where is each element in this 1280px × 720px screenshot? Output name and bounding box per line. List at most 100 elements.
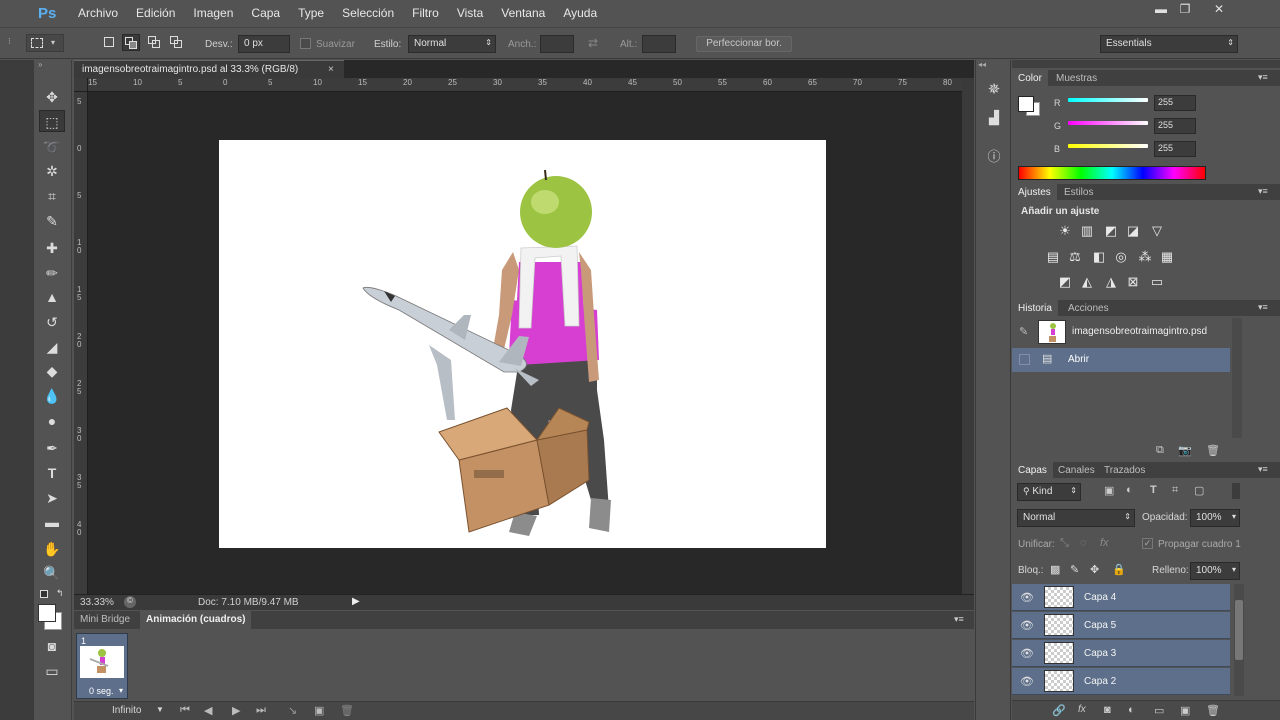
vibrance-icon[interactable]: ▽	[1148, 223, 1166, 239]
screen-mode-icon[interactable]: ▭	[39, 660, 65, 682]
opacity-input[interactable]: 100% ▾	[1190, 509, 1240, 527]
rectangle-tool-icon[interactable]: ▬	[39, 511, 65, 533]
delete-frame-icon[interactable]: 🗑	[340, 704, 354, 717]
black-white-icon[interactable]: ◧	[1090, 249, 1108, 265]
loop-option[interactable]: Infinito	[112, 705, 141, 716]
tween-icon[interactable]: ↘	[288, 704, 297, 717]
lock-transparency-icon[interactable]: ▩	[1050, 563, 1060, 576]
tab-paths[interactable]: Trazados	[1098, 462, 1151, 478]
tab-animation-frames[interactable]: Animación (cuadros)	[140, 611, 252, 629]
layer-row[interactable]: 👁 Capa 4	[1012, 584, 1230, 611]
collapse-icon[interactable]: »	[38, 60, 68, 70]
crop-tool-icon[interactable]: ⌗	[39, 185, 65, 207]
history-source-checkbox[interactable]	[1019, 354, 1030, 365]
new-group-icon[interactable]: ▭	[1154, 704, 1164, 717]
filter-smart-object-icon[interactable]: ▢	[1194, 484, 1204, 497]
menu-ventana[interactable]: Ventana	[501, 6, 545, 20]
unify-visibility-icon[interactable]: ◌	[1080, 537, 1087, 549]
panel-menu-icon[interactable]: ▾≡	[1258, 186, 1268, 197]
status-menu-arrow-icon[interactable]: ▶	[352, 596, 360, 607]
channel-b-slider[interactable]	[1068, 144, 1148, 148]
clone-stamp-tool-icon[interactable]: ▲	[39, 286, 65, 308]
menu-seleccion[interactable]: Selección	[342, 6, 394, 20]
link-layers-icon[interactable]: 🔗	[1052, 704, 1066, 717]
layers-scrollbar[interactable]	[1234, 584, 1244, 696]
swap-colors-icon[interactable]: ↰	[56, 588, 64, 599]
visibility-eye-icon[interactable]: 👁	[1020, 619, 1034, 633]
history-state[interactable]: ▤ Abrir	[1012, 348, 1230, 372]
play-icon[interactable]: ▶	[232, 704, 240, 717]
color-lookup-icon[interactable]: ▦	[1158, 249, 1176, 265]
lock-pixels-icon[interactable]: ✎	[1070, 563, 1079, 576]
trash-icon[interactable]: 🗑	[1206, 444, 1220, 457]
photo-filter-icon[interactable]: ◎	[1112, 249, 1130, 265]
type-tool-icon[interactable]: T	[39, 462, 65, 484]
history-brush-source-icon[interactable]: ✎	[1019, 325, 1028, 338]
brightness-icon[interactable]: ☀	[1056, 223, 1074, 239]
menu-type[interactable]: Type	[298, 6, 324, 20]
magic-wand-tool-icon[interactable]: ✲	[39, 160, 65, 182]
selective-color-icon[interactable]: ⊠	[1124, 274, 1142, 290]
restore-button[interactable]: ❐	[1174, 2, 1196, 20]
tab-swatches[interactable]: Muestras	[1050, 70, 1103, 86]
new-selection-icon[interactable]	[104, 37, 114, 47]
path-selection-tool-icon[interactable]: ➤	[39, 487, 65, 509]
brush-tool-icon[interactable]: ✏	[39, 262, 65, 284]
navigator-icon[interactable]: ✵	[984, 80, 1004, 102]
dodge-tool-icon[interactable]: ●	[39, 410, 65, 432]
history-snapshot[interactable]: ✎ imagensobreotraimagintro.psd	[1012, 318, 1230, 346]
curves-icon[interactable]: ◩	[1102, 223, 1120, 239]
layer-filter-select[interactable]: ⚲ Kind ⇕	[1017, 483, 1081, 501]
status-info-icon[interactable]: ©	[124, 596, 136, 608]
subtract-selection-icon[interactable]	[148, 36, 162, 48]
healing-brush-tool-icon[interactable]: ✚	[39, 237, 65, 259]
first-frame-icon[interactable]: ⏮	[180, 704, 190, 717]
menu-capa[interactable]: Capa	[251, 6, 280, 20]
collapse-icon[interactable]: ◂◂	[978, 60, 986, 69]
tab-adjustments[interactable]: Ajustes	[1012, 184, 1057, 200]
menu-ayuda[interactable]: Ayuda	[563, 6, 597, 20]
propagate-checkbox[interactable]: ✓	[1142, 538, 1153, 549]
gradient-map-icon[interactable]: ▭	[1148, 274, 1166, 290]
menu-imagen[interactable]: Imagen	[193, 6, 233, 20]
next-frame-icon[interactable]: ⏭	[256, 704, 266, 717]
menu-archivo[interactable]: Archivo	[78, 6, 118, 20]
duplicate-frame-icon[interactable]: ▣	[314, 704, 324, 717]
document-tab[interactable]: imagensobreotraimagintro.psd al 33.3% (R…	[74, 60, 344, 78]
color-spectrum-ramp[interactable]	[1018, 166, 1206, 180]
history-brush-tool-icon[interactable]: ↺	[39, 311, 65, 333]
width-input[interactable]	[540, 35, 574, 53]
layers-scroll-thumb[interactable]	[1235, 600, 1243, 660]
zoom-level[interactable]: 33.33%	[80, 597, 114, 608]
menu-edicion[interactable]: Edición	[136, 6, 175, 20]
camera-icon[interactable]: 📷	[1178, 444, 1192, 457]
refine-edge-button[interactable]: Perfeccionar bor.	[696, 36, 792, 52]
unify-position-icon[interactable]: ⤡	[1060, 537, 1069, 550]
blur-tool-icon[interactable]: 💧	[39, 385, 65, 407]
threshold-icon[interactable]: ◮	[1102, 274, 1120, 290]
panel-menu-icon[interactable]: ▾≡	[1258, 302, 1268, 313]
tab-channels[interactable]: Canales	[1052, 462, 1101, 478]
filter-toggle[interactable]	[1232, 483, 1240, 499]
new-layer-icon[interactable]: ▣	[1180, 704, 1190, 717]
style-select[interactable]: Normal ⇕	[408, 35, 496, 53]
channel-g-slider[interactable]	[1068, 121, 1148, 125]
foreground-color-swatch[interactable]	[38, 604, 56, 622]
lock-position-icon[interactable]: ✥	[1090, 563, 1099, 576]
hue-saturation-icon[interactable]: ▤	[1044, 249, 1062, 265]
panel-menu-icon[interactable]: ▾≡	[954, 614, 964, 625]
zoom-tool-icon[interactable]: 🔍	[39, 562, 65, 584]
height-input[interactable]	[642, 35, 676, 53]
vertical-scrollbar[interactable]	[962, 78, 974, 594]
channel-r-slider[interactable]	[1068, 98, 1148, 102]
unify-style-icon[interactable]: fx	[1100, 537, 1109, 549]
color-balance-icon[interactable]: ⚖	[1066, 249, 1084, 265]
channel-b-input[interactable]: 255	[1154, 141, 1196, 157]
close-button[interactable]: ✕	[1208, 2, 1230, 20]
add-selection-button[interactable]	[122, 34, 140, 51]
tab-history[interactable]: Historia	[1012, 300, 1058, 316]
foreground-color-swatch[interactable]	[1018, 96, 1034, 112]
minimize-button[interactable]: ▬	[1150, 2, 1172, 20]
animation-frame[interactable]: 1 0 seg. ▾	[76, 633, 128, 699]
smooth-checkbox[interactable]	[300, 38, 311, 49]
